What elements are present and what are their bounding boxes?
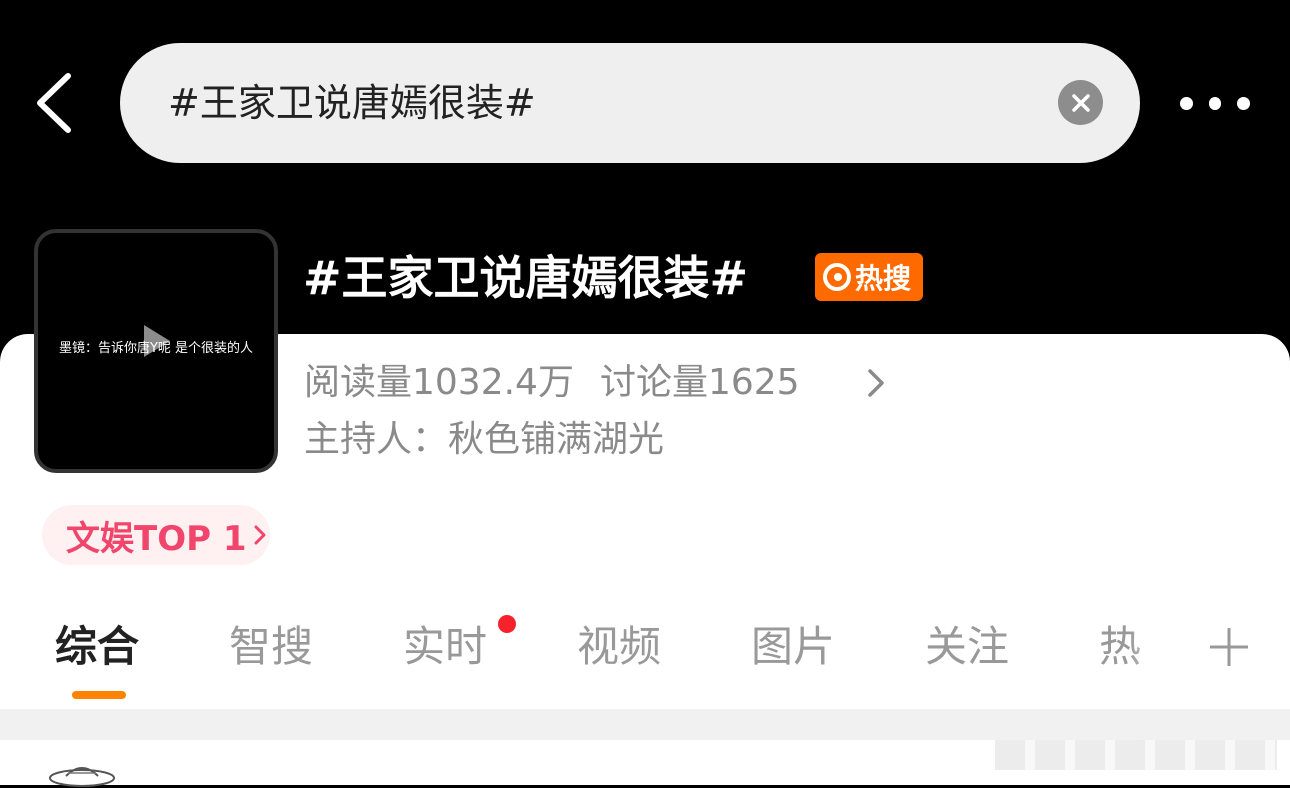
top-bar: #王家卫说唐嫣很装#	[0, 0, 1290, 230]
tab-smart-search[interactable]: 智搜	[229, 612, 313, 682]
chevron-left-icon[interactable]	[30, 70, 80, 136]
hot-badge: 热搜	[815, 253, 923, 301]
rank-label: 文娱TOP 1	[66, 518, 247, 559]
cover-caption: 墨镜：告诉你唐Y呢 是个很装的人	[58, 341, 254, 356]
section-divider	[0, 709, 1290, 740]
hot-badge-label: 热搜	[855, 262, 912, 295]
tab-bar: 综合 智搜 实时 视频 图片 关注 热	[0, 612, 1290, 692]
active-tab-indicator	[72, 691, 126, 699]
chevron-right-icon[interactable]	[862, 366, 888, 400]
tab-fade	[1130, 612, 1190, 682]
new-content-dot	[498, 615, 516, 633]
search-query-text: #王家卫说唐嫣很装#	[168, 81, 536, 125]
topic-host[interactable]: 主持人：秋色铺满湖光	[304, 417, 664, 463]
tab-following[interactable]: 关注	[925, 612, 1009, 682]
read-count: 阅读量1032.4万	[304, 362, 574, 403]
search-input[interactable]: #王家卫说唐嫣很装#	[120, 43, 1140, 163]
tab-comprehensive[interactable]: 综合	[55, 612, 139, 682]
topic-title: #王家卫说唐嫣很装#	[303, 251, 749, 305]
discuss-count: 讨论量1625	[599, 362, 800, 403]
ufo-avatar-icon[interactable]	[44, 758, 118, 788]
plus-icon[interactable]	[1208, 626, 1250, 668]
tab-images[interactable]: 图片	[751, 612, 835, 682]
chevron-right-icon	[254, 525, 266, 545]
tab-video[interactable]: 视频	[577, 612, 661, 682]
close-circle-icon[interactable]	[1058, 80, 1103, 125]
topic-stats[interactable]: 阅读量1032.4万 讨论量1625	[304, 360, 800, 406]
rank-badge[interactable]: 文娱TOP 1	[42, 505, 270, 565]
hot-icon	[823, 263, 851, 291]
tab-realtime[interactable]: 实时	[403, 612, 487, 682]
more-horizontal-icon[interactable]	[1180, 92, 1251, 114]
topic-cover-video[interactable]: 墨镜：告诉你唐Y呢 是个很装的人	[34, 229, 278, 473]
feed-item-preview	[995, 740, 1277, 770]
